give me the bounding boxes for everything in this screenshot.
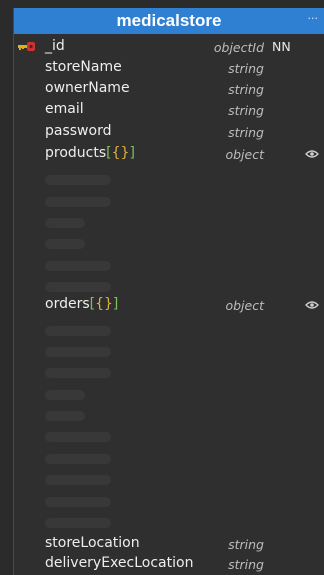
- field-name: ownerName: [45, 80, 130, 96]
- field-type: string: [228, 125, 264, 140]
- field-flag-nn: NN: [272, 39, 291, 54]
- field-type: string: [228, 557, 264, 572]
- field-row-storename[interactable]: storeName string: [14, 58, 324, 79]
- field-row-email[interactable]: email string: [14, 100, 324, 121]
- nested-field-placeholder: [45, 390, 85, 400]
- entity-title: medicalstore: [116, 11, 222, 30]
- field-name: deliveryExecLocation: [45, 555, 194, 571]
- nested-field-placeholder: [45, 347, 111, 357]
- field-type: string: [228, 103, 264, 118]
- nested-field-placeholder: [45, 368, 111, 378]
- field-type: string: [228, 61, 264, 76]
- nested-field-placeholder: [45, 475, 111, 485]
- field-row-products[interactable]: products[{}] object: [14, 144, 324, 165]
- eye-icon[interactable]: [305, 300, 319, 310]
- eye-icon[interactable]: [305, 149, 319, 159]
- object-braces: {}: [95, 296, 113, 312]
- field-name: storeName: [45, 59, 122, 75]
- nested-field-placeholder: [45, 326, 111, 336]
- nested-field-placeholder: [45, 261, 111, 271]
- field-type: string: [228, 82, 264, 97]
- field-type: object: [225, 298, 264, 313]
- nested-field-placeholder: [45, 432, 111, 442]
- field-row-password[interactable]: password string: [14, 122, 324, 143]
- field-name: orders[{}]: [45, 296, 119, 312]
- field-name: email: [45, 101, 84, 117]
- nested-field-placeholder: [45, 454, 111, 464]
- field-name: _id: [45, 38, 65, 54]
- nested-field-placeholder: [45, 518, 111, 528]
- nested-field-placeholder: [45, 411, 85, 421]
- array-bracket-close: ]: [112, 296, 119, 312]
- object-braces: {}: [111, 145, 130, 161]
- field-type: objectId: [213, 40, 264, 55]
- entity-header[interactable]: medicalstore ···: [14, 8, 324, 34]
- nested-field-placeholder: [45, 282, 111, 292]
- field-name: storeLocation: [45, 535, 140, 551]
- field-name: password: [45, 123, 112, 139]
- field-row-deliveryexeclocation[interactable]: deliveryExecLocation string: [14, 554, 324, 575]
- nested-field-placeholder: [45, 218, 85, 228]
- field-row-storelocation[interactable]: storeLocation string: [14, 534, 324, 555]
- field-row-orders[interactable]: orders[{}] object: [14, 295, 324, 316]
- nested-field-placeholder: [45, 175, 111, 185]
- field-type: object: [225, 147, 264, 162]
- entity-medicalstore[interactable]: medicalstore ··· _id objectId NN storeNa…: [13, 8, 324, 575]
- field-row-ownername[interactable]: ownerName string: [14, 79, 324, 100]
- nested-field-placeholder: [45, 239, 85, 249]
- nested-field-placeholder: [45, 197, 111, 207]
- field-name: products[{}]: [45, 145, 135, 161]
- array-bracket-close: ]: [129, 145, 135, 161]
- field-type: string: [228, 537, 264, 552]
- field-row-id[interactable]: _id objectId NN: [14, 37, 324, 58]
- more-icon[interactable]: ···: [308, 12, 319, 25]
- key-icon: [18, 42, 35, 51]
- nested-field-placeholder: [45, 497, 111, 507]
